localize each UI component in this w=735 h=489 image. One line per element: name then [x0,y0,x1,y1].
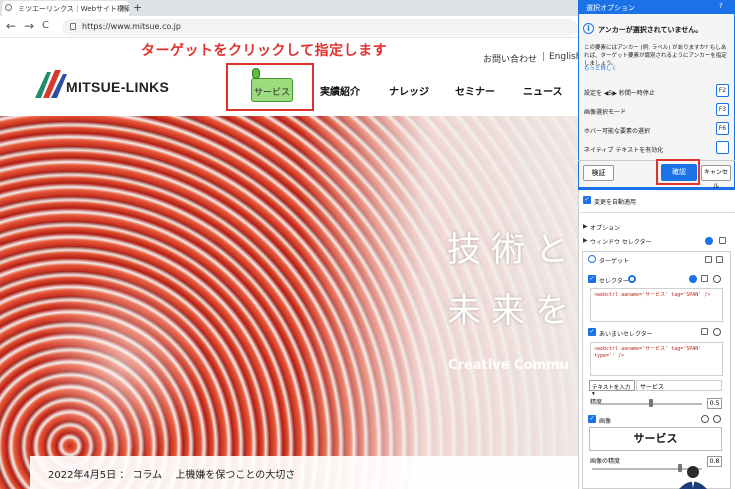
target-icon [588,255,596,263]
instruction-annotation: ターゲットをクリックして指定します [141,43,388,59]
hover-select-label: ホバー可能な要素の選択 [584,128,651,135]
copy-target-icon[interactable] [716,256,723,263]
forward-button[interactable]: → [24,19,34,33]
eye-icon[interactable] [713,275,721,283]
contact-link[interactable]: お問い合わせ [483,52,537,65]
url-text: https://www.mitsue.co.jp [82,22,181,31]
selector-target-icon[interactable] [628,275,636,283]
fuzzy-selector-checkbox[interactable]: ✓ [588,328,596,336]
tab-close-icon[interactable]: × [120,3,127,12]
image-label: 画像 [599,418,612,425]
assistant-avatar [679,466,707,489]
reload-button[interactable]: C [42,20,49,31]
native-text-toggle[interactable] [716,141,729,154]
nav-item-seminar[interactable]: セミナー [455,83,495,98]
selector-label: セレクター [599,278,629,285]
logo-mark-icon [35,70,67,98]
target-label: ターゲット [599,258,630,265]
image-mode-label: 画像選択モード [584,109,627,116]
selector-edit-icon[interactable] [689,275,697,283]
pause-hotkey[interactable]: F2 [716,84,729,97]
options-section[interactable]: オプション [590,223,620,232]
logo-text[interactable]: MITSUE-LINKS [66,79,169,95]
refresh-icon[interactable] [701,415,709,423]
image-mode-hotkey[interactable]: F3 [716,103,729,116]
selector-checkbox[interactable]: ✓ [588,275,596,283]
learn-more-link[interactable]: もっと詳しく [584,64,617,72]
hero-copy-line2: 未来を [447,291,579,331]
image-precision-label: 画像の精度 [590,458,621,465]
hero-copy-line1: 技術と [447,230,579,270]
native-text-label: ネイティブ テキストを有効化 [584,147,664,154]
delete-icon[interactable] [705,256,712,263]
auto-apply-label: 変更を自動適用 [594,199,637,206]
options-expander-icon[interactable]: ▶ [583,223,588,230]
english-link[interactable]: English [549,52,582,62]
browser-tab[interactable]: ミツエーリンクス｜Webサイト構築・運 [2,1,129,16]
precision-value[interactable]: 0.5 [707,398,722,409]
pin-icon [252,68,260,79]
link-separator: | [542,52,546,62]
nav-item-works[interactable]: 実績紹介 [320,83,360,98]
fuzzy-copy-icon[interactable] [701,328,708,335]
copy-icon[interactable] [719,237,726,244]
verify-button[interactable]: 検証 [583,165,614,181]
panel-divider [578,212,735,213]
image-checkbox[interactable]: ✓ [588,415,596,423]
cancel-button[interactable]: キャンセル [701,165,731,190]
help-icon[interactable]: ? [719,2,723,10]
new-tab-button[interactable]: + [133,1,142,14]
nav-item-news[interactable]: ニュース [523,83,563,98]
news-link[interactable]: 2022年4月5日 ： コラム 上機嫌を保つことの大切さ [48,466,295,481]
fuzzy-selector-label: あいまいセレクター [599,331,653,338]
lock-icon [70,23,76,30]
window-selector-expander-icon[interactable]: ▶ [583,237,588,244]
auto-apply-checkbox[interactable]: ✓ [583,196,591,204]
precision-slider-handle[interactable] [649,399,653,407]
image-preview: サービス [589,427,722,451]
hero-subcopy: Creative Commu [448,358,569,373]
selector-copy-icon[interactable] [701,275,708,282]
window-selector-section[interactable]: ウィンドウ セレクター [590,237,652,246]
favicon-icon [5,4,12,11]
fuzzy-selector-code[interactable]: <webctrl aaname='サービス' tag='SPAN' type='… [590,342,723,376]
pause-setting-label: 設定を ◀5▶ 秒間一時停止 [584,90,655,97]
text-input-value[interactable]: サービス [636,380,722,391]
confirm-button[interactable]: 確認 [661,164,697,181]
image-eye-icon[interactable] [713,415,721,423]
nav-item-knowledge[interactable]: ナレッジ [389,83,429,98]
text-input-mode-dropdown[interactable]: テキストを入力 ▾ [589,380,635,397]
selector-code[interactable]: <webctrl aaname='サービス' tag='SPAN' /> [590,288,723,322]
fuzzy-eye-icon[interactable] [713,328,721,336]
service-highlight[interactable]: サービス [251,78,293,102]
selector-icon[interactable] [705,237,713,245]
info-icon: i [583,23,594,34]
back-button[interactable]: ← [6,19,16,33]
anchor-warning: アンカーが選択されていません。 [598,26,703,34]
dialog-title: 選択オプション [578,0,735,14]
hover-select-hotkey[interactable]: F6 [716,122,729,135]
